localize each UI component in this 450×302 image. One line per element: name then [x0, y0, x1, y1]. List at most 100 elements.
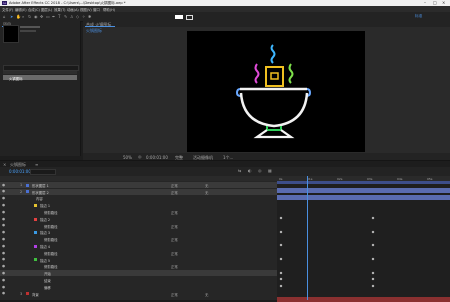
label-color-swatch[interactable]	[26, 183, 29, 187]
work-area-bar[interactable]	[277, 181, 450, 184]
layer-row[interactable]: ● 1 形状图层 1 正常 无	[0, 182, 277, 188]
layer-mode[interactable]: 正常	[171, 237, 178, 242]
property-track[interactable]	[277, 283, 450, 289]
property-track[interactable]	[277, 229, 450, 235]
keyframe[interactable]	[371, 271, 375, 275]
visibility-eye-icon[interactable]: ●	[2, 244, 5, 248]
composition-canvas[interactable]	[187, 31, 365, 152]
layer-row[interactable]: ● 3 背景 正常 无	[0, 291, 277, 297]
layer-name[interactable]: 描边 3	[40, 230, 50, 235]
graph-editor-icon[interactable]: ▦	[268, 168, 272, 173]
layer-bar[interactable]	[277, 194, 450, 200]
property-row[interactable]: ● 描边 3	[0, 230, 277, 236]
property-track[interactable]	[277, 263, 450, 269]
property-row[interactable]: ● 内容	[0, 196, 277, 202]
property-row[interactable]: ● 描边 4	[0, 243, 277, 249]
layer-name[interactable]: 内容	[36, 196, 43, 201]
keyframe[interactable]	[371, 284, 375, 288]
layer-name[interactable]: 修剪路径	[44, 251, 58, 256]
visibility-eye-icon[interactable]: ●	[2, 257, 5, 261]
layer-parent[interactable]: 无	[205, 190, 208, 195]
visibility-eye-icon[interactable]: ●	[2, 285, 5, 289]
visibility-eye-icon[interactable]: ●	[2, 210, 5, 214]
keyframe[interactable]	[279, 216, 283, 220]
visibility-eye-icon[interactable]: ●	[2, 223, 5, 227]
visibility-eye-icon[interactable]: ●	[2, 183, 5, 187]
visibility-eye-icon[interactable]: ●	[2, 251, 5, 255]
layer-mode[interactable]: 正常	[171, 224, 178, 229]
timeline-search-input[interactable]	[30, 169, 56, 175]
composition-breadcrumb[interactable]: 火锅图标	[86, 28, 102, 34]
layer-name[interactable]: 描边 5	[40, 258, 50, 263]
visibility-eye-icon[interactable]: ●	[2, 189, 5, 193]
text-icon[interactable]: T	[58, 14, 62, 19]
hand-icon[interactable]: ✋	[16, 14, 21, 19]
keyframe[interactable]	[279, 277, 283, 281]
layer-name[interactable]: 开始	[44, 271, 51, 276]
timeline-graph[interactable]: 0s 01s 02s 03s 04s 05s	[277, 176, 450, 302]
roto-icon[interactable]: ✧	[82, 14, 86, 19]
rect-mask-icon[interactable]: ▭	[46, 14, 50, 19]
maximize-icon[interactable]: □	[433, 0, 437, 5]
stamp-icon[interactable]: ♙	[70, 14, 74, 19]
property-row[interactable]: ● 结束	[0, 277, 277, 283]
property-row[interactable]: ● 描边 1	[0, 202, 277, 208]
workspace-label[interactable]: 标准	[415, 14, 422, 19]
property-row[interactable]: ● 修剪路径 正常	[0, 236, 277, 242]
layer-parent[interactable]: 无	[205, 183, 208, 188]
label-color-swatch[interactable]	[34, 203, 37, 207]
label-color-swatch[interactable]	[34, 217, 37, 221]
property-row[interactable]: ● 修剪路径 正常	[0, 250, 277, 256]
layer-parent[interactable]: 无	[205, 292, 208, 297]
property-row[interactable]: ● 修剪路径 正常	[0, 223, 277, 229]
label-color-swatch[interactable]	[26, 292, 29, 296]
property-track[interactable]	[277, 222, 450, 228]
layer-name[interactable]: 描边 2	[40, 217, 50, 222]
keyframe[interactable]	[279, 284, 283, 288]
property-row[interactable]: ● 修剪路径 正常	[0, 209, 277, 215]
visibility-eye-icon[interactable]: ●	[2, 196, 5, 200]
home-icon[interactable]: ⌂	[3, 14, 7, 19]
keyframe[interactable]	[371, 216, 375, 220]
layer-mode[interactable]: 正常	[171, 183, 178, 188]
layer-mode[interactable]: 正常	[171, 264, 178, 269]
zoom-icon[interactable]: ⌕	[22, 14, 26, 19]
keyframe[interactable]	[371, 243, 375, 247]
property-track[interactable]	[277, 208, 450, 214]
visibility-eye-icon[interactable]: ●	[2, 230, 5, 234]
layer-name[interactable]: 描边 4	[40, 244, 50, 249]
rotate-icon[interactable]: ↻	[28, 14, 32, 19]
playhead[interactable]	[307, 176, 308, 300]
layer-name[interactable]: 修剪路径	[44, 237, 58, 242]
keyframe[interactable]	[371, 230, 375, 234]
layer-mode[interactable]: 正常	[171, 210, 178, 215]
layer-mode[interactable]: 正常	[171, 292, 178, 297]
pen-icon[interactable]: ✒	[52, 14, 56, 19]
layer-mode[interactable]: 正常	[171, 251, 178, 256]
layer-name[interactable]: 修剪路径	[44, 224, 58, 229]
keyframe[interactable]	[279, 230, 283, 234]
snapshot-icon[interactable]: ◎	[138, 154, 142, 159]
viewer-timecode[interactable]: 0:00:01:00	[146, 155, 168, 160]
keyframe[interactable]	[279, 243, 283, 247]
label-color-swatch[interactable]	[26, 190, 29, 194]
project-item[interactable]: 火锅图标	[3, 75, 77, 81]
layer-name[interactable]: 描边 1	[40, 203, 50, 208]
layer-name[interactable]: 形状图层 1	[32, 183, 49, 188]
property-row[interactable]: ● 描边 5	[0, 257, 277, 263]
visibility-eye-icon[interactable]: ●	[2, 278, 5, 282]
property-track[interactable]	[277, 249, 450, 255]
layer-name[interactable]: 结束	[44, 278, 51, 283]
visibility-eye-icon[interactable]: ●	[2, 203, 5, 207]
layer-row[interactable]: ● 2 形状图层 2 正常 无	[0, 188, 277, 195]
property-row[interactable]: ● 偏移	[0, 284, 277, 290]
keyframe[interactable]	[279, 271, 283, 275]
eraser-icon[interactable]: ◇	[76, 14, 80, 19]
layer-bar[interactable]	[277, 296, 450, 302]
layer-name[interactable]: 形状图层 2	[32, 190, 49, 195]
visibility-eye-icon[interactable]: ●	[2, 264, 5, 268]
zoom-dropdown[interactable]: 50%	[123, 155, 132, 160]
fill-swatch[interactable]	[175, 14, 183, 19]
visibility-eye-icon[interactable]: ●	[2, 271, 5, 275]
layer-name[interactable]: 偏移	[44, 285, 51, 290]
